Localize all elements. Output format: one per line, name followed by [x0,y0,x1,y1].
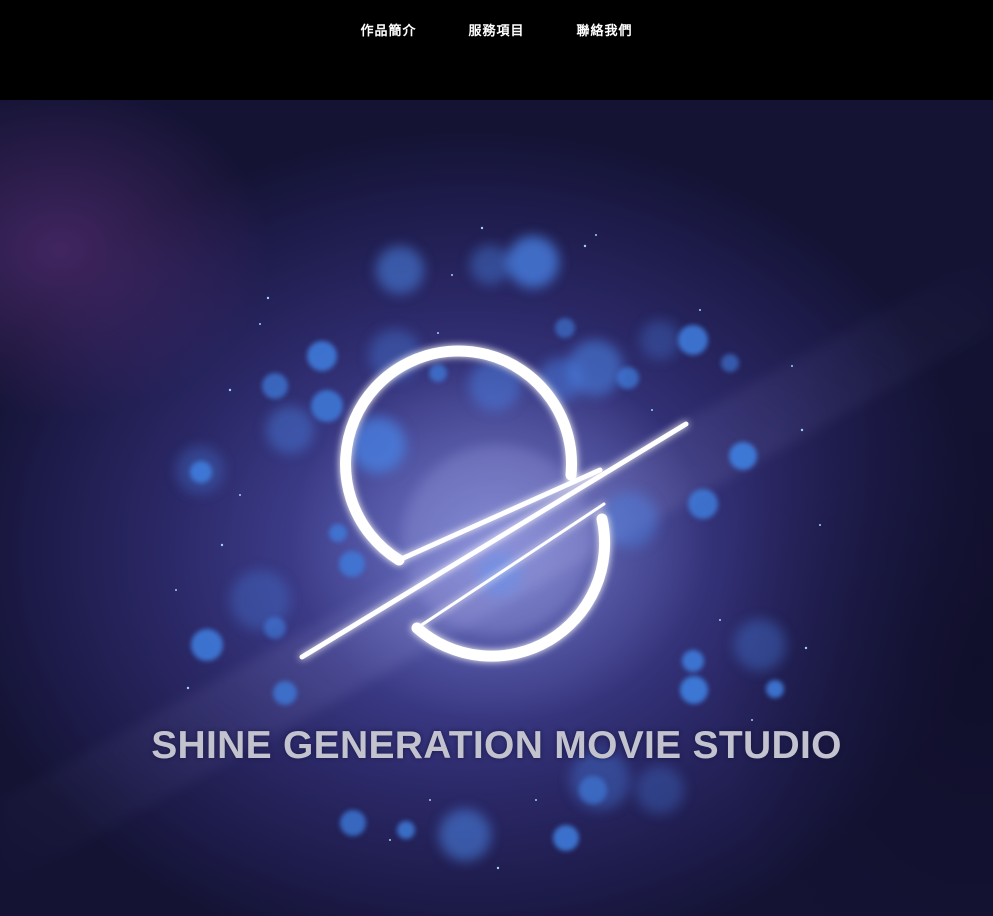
top-navigation-bar: 作品簡介 服務項目 聯絡我們 [0,0,993,100]
main-nav: 作品簡介 服務項目 聯絡我們 [0,22,993,42]
nav-item-services[interactable]: 服務項目 [468,22,524,42]
hero-graphic [0,226,993,890]
nav-item-works[interactable]: 作品簡介 [360,22,416,42]
hero-banner: SHINE GENERATION MOVIE STUDIO [0,100,993,916]
studio-title: SHINE GENERATION MOVIE STUDIO [151,724,842,767]
nav-item-contact[interactable]: 聯絡我們 [577,22,633,42]
